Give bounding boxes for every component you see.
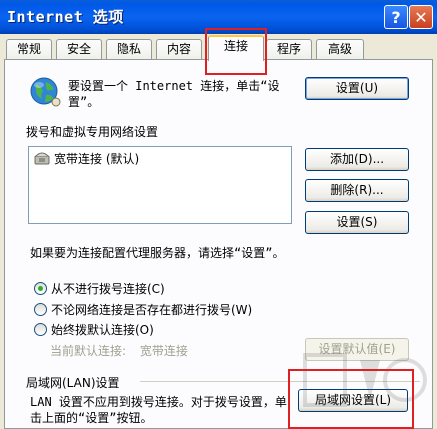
- close-button[interactable]: ✕: [409, 5, 433, 29]
- remove-button[interactable]: 删除(R)...: [305, 179, 409, 202]
- title-bar: Internet 选项 ? ✕: [0, 0, 437, 34]
- setup-description: 要设置一个 Internet 连接，单击“设置”。: [68, 79, 280, 109]
- set-default-button: 设置默认值(E): [305, 338, 409, 361]
- radio-button[interactable]: [34, 282, 47, 295]
- proxy-description: 如果要为连接配置代理服务器，请选择“设置”。: [30, 246, 285, 260]
- globe-network-icon: [30, 77, 61, 107]
- default-connection-row: 当前默认连接: 宽带连接: [50, 342, 198, 359]
- window-title: Internet 选项: [7, 8, 124, 26]
- connection-listbox[interactable]: 宽带连接 (默认): [28, 146, 292, 224]
- default-connection-label: 当前默认连接:: [50, 344, 127, 358]
- radio-button[interactable]: [34, 323, 47, 336]
- lan-settings-button[interactable]: 局域网设置(L): [298, 389, 408, 412]
- section-divider: [140, 381, 420, 382]
- tab-strip: 常规 安全 隐私 内容 连接 程序 高级: [0, 34, 437, 61]
- tab-programs[interactable]: 程序: [266, 39, 312, 60]
- radio-label: 从不进行拨号连接(C): [51, 282, 165, 296]
- radio-dial-whenever[interactable]: 不论网络连接是否存在都进行拨号(W): [34, 301, 252, 318]
- radio-always-dial[interactable]: 始终拨默认连接(O): [34, 321, 154, 338]
- add-button[interactable]: 添加(D)...: [305, 148, 409, 171]
- radio-button[interactable]: [34, 303, 47, 316]
- default-connection-value: 宽带连接: [139, 344, 188, 358]
- setup-button[interactable]: 设置(U): [305, 77, 409, 100]
- dialup-section-label: 拨号和虚拟专用网络设置: [26, 125, 159, 139]
- lan-section-label: 局域网(LAN)设置: [26, 376, 120, 390]
- phone-connection-icon: [34, 152, 50, 165]
- help-button[interactable]: ?: [384, 5, 408, 29]
- radio-never-dial[interactable]: 从不进行拨号连接(C): [34, 280, 165, 297]
- dialup-settings-button[interactable]: 设置(S): [305, 211, 409, 234]
- radio-label: 始终拨默认连接(O): [51, 323, 154, 337]
- lan-description: LAN 设置不应用到拨号连接。对于拨号设置，单击上面的“设置”按钮。: [30, 395, 287, 425]
- tab-security[interactable]: 安全: [56, 39, 102, 60]
- tab-privacy[interactable]: 隐私: [106, 39, 152, 60]
- radio-label: 不论网络连接是否存在都进行拨号(W): [51, 303, 253, 317]
- tab-connections[interactable]: 连接: [208, 35, 264, 61]
- tab-advanced[interactable]: 高级: [316, 39, 364, 60]
- tab-general[interactable]: 常规: [6, 39, 52, 60]
- tab-content[interactable]: 内容: [156, 39, 202, 60]
- connection-name: 宽带连接 (默认): [54, 152, 140, 166]
- list-item[interactable]: 宽带连接 (默认): [34, 150, 139, 167]
